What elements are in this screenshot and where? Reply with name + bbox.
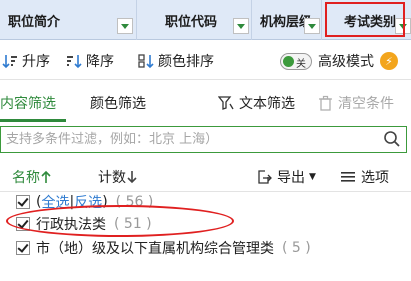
count-header-label: 计数 <box>98 170 126 186</box>
list-options-icon <box>341 172 355 182</box>
toggle-state-label: 关 <box>296 58 306 70</box>
sort-ascending-label: 升序 <box>22 54 50 70</box>
filter-dropdown-button[interactable] <box>304 18 320 34</box>
arrow-up-icon <box>41 170 51 183</box>
sort-toolbar: 升序 降序 颜色排序 关 高级模式 ⚡ <box>0 40 411 80</box>
sort-by-name-button[interactable]: 名称 <box>12 167 52 187</box>
arrow-down-icon <box>127 171 137 184</box>
text-filter-label: 文本筛选 <box>239 96 295 112</box>
sort-descending-icon <box>67 55 82 69</box>
trash-icon <box>319 95 332 111</box>
list-header: 名称 计数 导出 ▼ 选项 <box>0 160 411 192</box>
advanced-mode-toggle[interactable]: 关 <box>280 52 312 70</box>
sort-ascending-icon <box>2 55 17 69</box>
export-label: 导出 <box>277 170 305 186</box>
column-label: 职位代码 <box>165 15 218 30</box>
sort-by-count-button[interactable]: 计数 <box>98 167 138 187</box>
highlight-box-annotation <box>325 2 405 37</box>
options-label: 选项 <box>361 170 389 186</box>
advanced-mode-label: 高级模式 <box>318 54 374 70</box>
options-button[interactable]: 选项 <box>340 167 389 187</box>
color-sort-icon <box>138 54 154 69</box>
column-header-bar: 职位简介 职位代码 机构层级 考试类别 <box>0 0 411 40</box>
color-sort-button[interactable]: 颜色排序 <box>138 51 214 71</box>
highlight-oval-annotation <box>6 205 234 237</box>
item-count: ( 5 ) <box>282 240 311 256</box>
search-field <box>0 126 407 153</box>
item-checkbox[interactable] <box>16 241 30 255</box>
filter-dropdown-button[interactable] <box>233 18 249 34</box>
filter-tabs: 内容筛选 颜色筛选 文本筛选 清空条件 <box>0 80 411 122</box>
active-tab-indicator <box>0 119 66 122</box>
clear-filter-button[interactable]: 清空条件 <box>318 93 394 113</box>
advanced-mode-control: 关 高级模式 ⚡ <box>280 51 398 71</box>
sort-ascending-button[interactable]: 升序 <box>2 51 50 71</box>
search-icon[interactable] <box>383 130 401 148</box>
item-label: 市（地）级及以下直属机构综合管理类 <box>36 241 274 257</box>
tab-content-filter[interactable]: 内容筛选 <box>0 93 56 113</box>
text-filter-icon <box>218 96 234 110</box>
column-header-position-code[interactable]: 职位代码 <box>137 0 252 40</box>
column-header-org-level[interactable]: 机构层级 <box>252 0 322 40</box>
export-icon <box>258 170 272 184</box>
column-header-position-intro[interactable]: 职位简介 <box>0 0 137 40</box>
select-all-checkbox[interactable] <box>16 195 30 209</box>
text-filter-button[interactable]: 文本筛选 <box>218 93 295 113</box>
clear-filter-label: 清空条件 <box>338 96 394 112</box>
sort-descending-label: 降序 <box>86 54 114 70</box>
tab-color-filter[interactable]: 颜色筛选 <box>90 93 146 113</box>
search-input[interactable] <box>6 130 376 149</box>
chevron-down-icon: ▼ <box>309 172 316 182</box>
name-header-label: 名称 <box>12 170 40 186</box>
export-button[interactable]: 导出 ▼ <box>256 167 316 187</box>
sort-descending-button[interactable]: 降序 <box>66 51 114 71</box>
filter-dropdown-button[interactable] <box>117 18 133 34</box>
toggle-knob <box>283 55 294 67</box>
column-label: 职位简介 <box>8 15 61 30</box>
list-item[interactable]: 市（地）级及以下直属机构综合管理类 ( 5 ) <box>16 237 311 259</box>
color-sort-label: 颜色排序 <box>158 54 214 70</box>
lightning-icon[interactable]: ⚡ <box>380 52 398 70</box>
